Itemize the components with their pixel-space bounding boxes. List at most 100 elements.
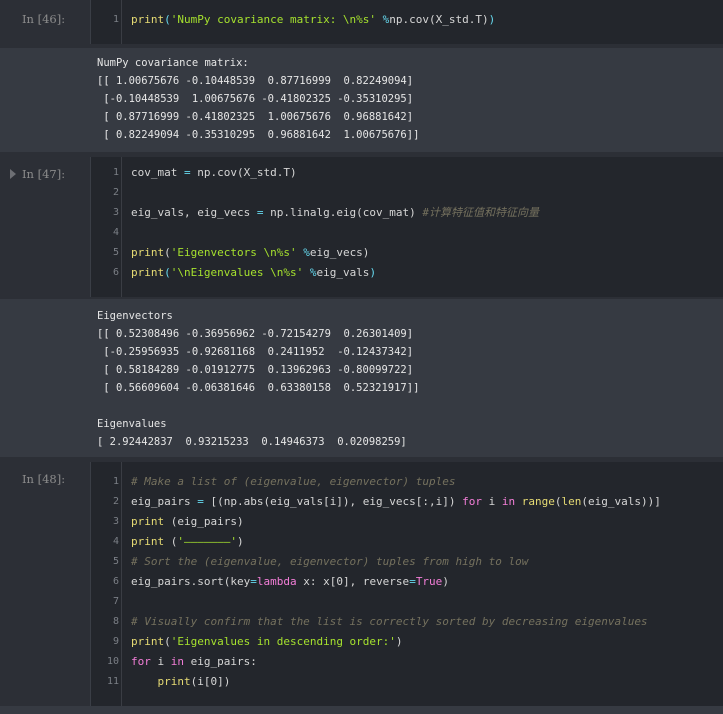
line-number: 5 [112, 556, 119, 567]
code-token: ( [164, 13, 171, 26]
code-token: len [561, 495, 582, 508]
code-text: # Make a list of (eigenvalue, eigenvecto… [131, 472, 456, 492]
cell-47-input[interactable]: In [47]: 1 cov_mat = np.cov(X_std.T) 2 3 eig… [0, 157, 723, 297]
code-editor[interactable]: 1 # Make a list of (eigenvalue, eigenvect… [90, 462, 723, 706]
line-number: 2 [112, 187, 119, 198]
code-line[interactable]: 7 [91, 592, 723, 612]
cell-prompt: In [47]: [22, 167, 66, 181]
code-token: # Sort the (eigenvalue, eigenvector) tup… [131, 555, 529, 568]
code-token: % [303, 246, 310, 259]
code-line[interactable]: 2 eig_pairs = [(np.abs(eig_vals[i]), eig_… [91, 492, 723, 512]
code-line[interactable]: 2 [91, 183, 723, 203]
line-number: 6 [112, 576, 119, 587]
line-number: 1 [112, 476, 119, 487]
code-token: print [157, 675, 191, 688]
code-token: '\nEigenvalues \n%s' [170, 266, 310, 279]
code-line[interactable]: 6 eig_pairs.sort(key=lambda x: x[0], reve… [91, 572, 723, 592]
code-token: ( [164, 535, 178, 548]
code-token: ( [164, 635, 171, 648]
line-number: 7 [112, 596, 119, 607]
code-token: np.linalg.eig(cov_mat) [263, 206, 423, 219]
line-number: 5 [112, 247, 119, 258]
code-line[interactable]: 4 print ('———————') [91, 532, 723, 552]
code-token: 'NumPy covariance matrix: \n%s' [170, 13, 383, 26]
line-number: 3 [112, 207, 119, 218]
notebook: In [46]: 1 print('NumPy covariance matrix… [0, 0, 723, 714]
code-text: print ('———————') [131, 532, 244, 552]
output-text: NumPy covariance matrix: [[ 1.00675676 -… [97, 57, 420, 141]
code-line[interactable]: 3 print (eig_pairs) [91, 512, 723, 532]
code-editor[interactable]: 1 cov_mat = np.cov(X_std.T) 2 3 eig_vals, ei… [90, 157, 723, 297]
code-token: (eig_pairs) [164, 515, 244, 528]
code-token: for [462, 495, 483, 508]
code-text: for i in eig_pairs: [131, 652, 257, 672]
code-line[interactable]: 8 # Visually confirm that the list is cor… [91, 612, 723, 632]
code-token: (i[0]) [190, 675, 231, 688]
code-editor[interactable]: 1 print('NumPy covariance matrix: \n%s' %… [90, 0, 723, 44]
code-token: = [183, 166, 191, 179]
code-token: in [170, 655, 184, 668]
code-token: [(np.abs(eig_vals[i]), eig_vecs[:,i]) [203, 495, 463, 508]
line-number: 8 [112, 616, 119, 627]
cell-48-input[interactable]: In [48]: 1 # Make a list of (eigenvalue, … [0, 462, 723, 706]
code-token: print [131, 246, 165, 259]
code-token: eig_vecs) [309, 246, 370, 259]
code-text: print('Eigenvalues in descending order:'… [131, 632, 403, 652]
code-token: = [197, 495, 204, 508]
code-token: cov_mat [131, 166, 184, 179]
code-line[interactable]: 10 for i in eig_pairs: [91, 652, 723, 672]
code-line[interactable]: 6 print('\nEigenvalues \n%s' %eig_vals) [91, 263, 723, 283]
code-token: # Make a list of (eigenvalue, eigenvecto… [131, 475, 456, 488]
code-token: # Visually confirm that the list is corr… [131, 615, 648, 628]
code-token: #计算特征值和特征向量 [422, 206, 540, 219]
code-token: for [131, 655, 151, 668]
code-token: ) [236, 535, 244, 548]
code-token: print [131, 13, 165, 26]
code-text: # Visually confirm that the list is corr… [131, 612, 648, 632]
code-line[interactable]: 4 [91, 223, 723, 243]
code-token: eig_vals [316, 266, 370, 279]
line-number: 2 [112, 496, 119, 507]
code-token: = [409, 575, 416, 588]
line-number: 9 [112, 636, 119, 647]
code-text: # Sort the (eigenvalue, eigenvector) tup… [131, 552, 528, 572]
code-token: print [131, 535, 165, 548]
code-token: ) [369, 266, 377, 279]
code-line[interactable]: 1 cov_mat = np.cov(X_std.T) [91, 163, 723, 183]
line-number: 3 [112, 516, 119, 527]
cell-48-output [0, 706, 723, 714]
code-text: print('\nEigenvalues \n%s' %eig_vals) [131, 263, 376, 283]
code-line[interactable]: 5 # Sort the (eigenvalue, eigenvector) tu… [91, 552, 723, 572]
code-token: eig_pairs [131, 495, 198, 508]
collapse-arrow-icon[interactable] [10, 169, 16, 179]
code-line[interactable]: 9 print('Eigenvalues in descending order:… [91, 632, 723, 652]
line-number: 4 [112, 536, 119, 547]
code-token: lambda [256, 575, 297, 588]
code-line[interactable]: 1 # Make a list of (eigenvalue, eigenvect… [91, 472, 723, 492]
code-text: cov_mat = np.cov(X_std.T) [131, 163, 297, 183]
line-number: 4 [112, 227, 119, 238]
code-token: eig_pairs.sort(key [131, 575, 251, 588]
code-line[interactable]: 5 print('Eigenvectors \n%s' %eig_vecs) [91, 243, 723, 263]
code-token: i [482, 495, 502, 508]
code-token: print [131, 515, 165, 528]
cell-separator [0, 457, 723, 461]
code-token: print [131, 266, 165, 279]
code-token: 'Eigenvectors \n%s' [170, 246, 304, 259]
code-token: 'Eigenvalues in descending order:' [170, 635, 396, 648]
code-token: np.cov(X_std.T) [190, 166, 297, 179]
line-number: 1 [112, 167, 119, 178]
code-line[interactable]: 1 print('NumPy covariance matrix: \n%s' %… [91, 10, 723, 30]
cell-47-output: Eigenvectors [[ 0.52308496 -0.36956962 -… [0, 299, 723, 457]
cell-46-input[interactable]: In [46]: 1 print('NumPy covariance matrix… [0, 0, 723, 44]
code-line[interactable]: 11 print(i[0]) [91, 672, 723, 692]
output-text: Eigenvectors [[ 0.52308496 -0.36956962 -… [97, 310, 420, 448]
code-text: eig_pairs = [(np.abs(eig_vals[i]), eig_v… [131, 492, 661, 512]
code-token: print [131, 635, 165, 648]
code-line[interactable]: 3 eig_vals, eig_vecs = np.linalg.eig(cov_… [91, 203, 723, 223]
code-token: eig_pairs: [184, 655, 257, 668]
code-token: ( [554, 495, 562, 508]
code-text: eig_vals, eig_vecs = np.linalg.eig(cov_m… [131, 203, 539, 223]
